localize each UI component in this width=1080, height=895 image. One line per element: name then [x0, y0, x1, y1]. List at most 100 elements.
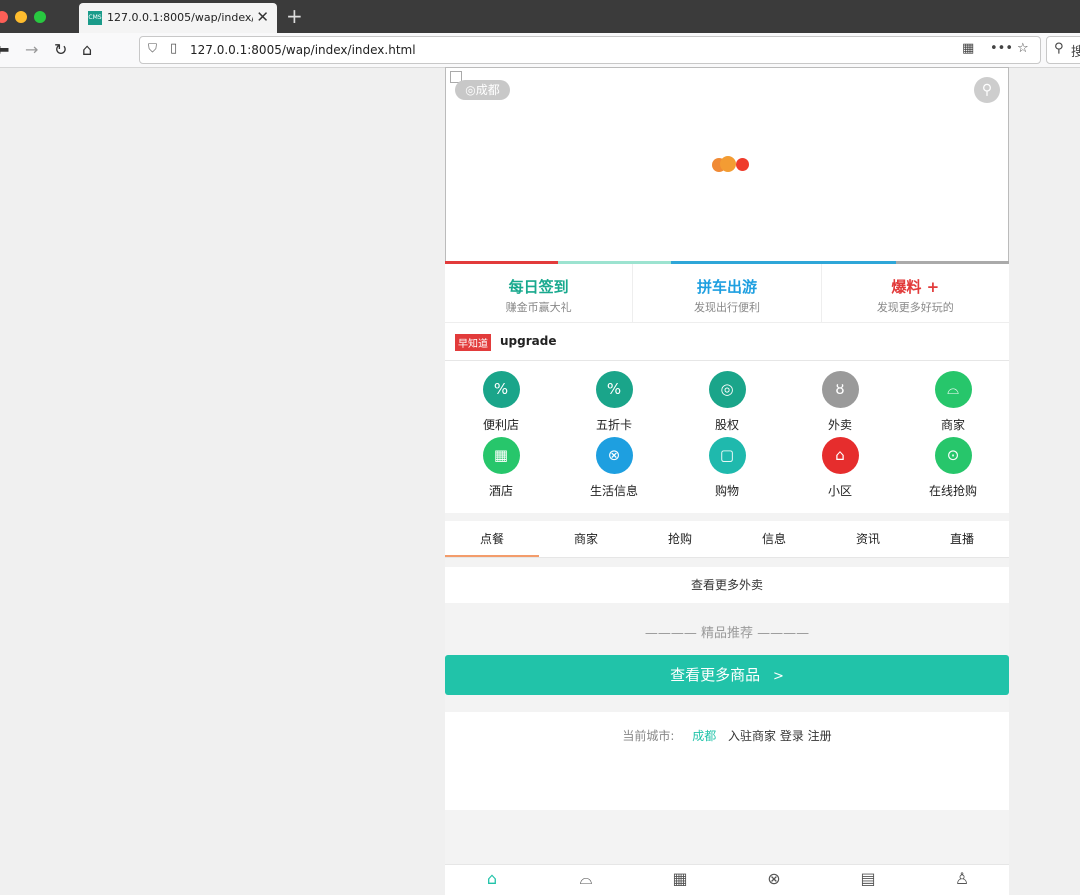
category-label: 在线抢购	[928, 484, 977, 498]
forward-icon[interactable]: →	[25, 40, 38, 59]
news-badge: 早知道	[455, 334, 491, 351]
percent-icon: %	[482, 371, 520, 408]
category-life-info[interactable]: ⊗ 生活信息	[558, 437, 670, 499]
content-tabs: 点餐 商家 抢购 信息 资讯 直播	[445, 521, 1009, 558]
feature-report[interactable]: 爆料 + 发现更多好玩的	[822, 264, 1009, 322]
home-icon: ⌂	[821, 437, 859, 474]
category-label: 小区	[827, 484, 852, 498]
shop-icon: ⌓	[579, 869, 593, 888]
bottom-nav-profile[interactable]: ♙	[915, 865, 1009, 895]
category-label: 生活信息	[589, 484, 638, 498]
bottom-nav-messages[interactable]: ▤	[821, 865, 915, 895]
city-name: 成都	[475, 83, 500, 97]
feature-carpool[interactable]: 拼车出游 发现出行便利	[633, 264, 822, 322]
bottom-nav-home[interactable]: ⌂	[445, 865, 539, 895]
feature-checkin[interactable]: 每日签到 赚金币赢大礼	[445, 264, 634, 322]
tab-title: 127.0.0.1:8005/wap/index/index.html	[107, 11, 253, 24]
user-icon: ♙	[954, 869, 970, 888]
category-label: 股权	[714, 418, 739, 432]
feature-title: 拼车出游	[696, 278, 757, 296]
maximize-window-icon[interactable]	[34, 11, 46, 23]
browser-tab[interactable]: CMS 127.0.0.1:8005/wap/index/index.html …	[79, 3, 277, 33]
category-flash-sale[interactable]: ⊙ 在线抢购	[897, 437, 1009, 499]
search-icon: ⚲	[981, 82, 993, 98]
url-bar[interactable]: ⛉ ▯ 127.0.0.1:8005/wap/index/index.html …	[139, 36, 1041, 64]
building-icon: ▦	[482, 437, 520, 474]
bottom-nav: ⌂ ⌓ ▦ ⊗ ▤ ♙	[445, 864, 1009, 895]
city-selector[interactable]: ◎成都	[455, 80, 510, 100]
more-icon[interactable]: •••	[990, 41, 1013, 56]
category-label: 外卖	[827, 418, 852, 432]
bike-icon: ȣ	[821, 371, 859, 408]
search-placeholder: 搜	[1071, 45, 1080, 60]
category-takeaway[interactable]: ȣ 外卖	[784, 371, 896, 433]
bag-icon: ▢	[708, 437, 746, 474]
minimize-window-icon[interactable]	[15, 11, 27, 23]
tab-order-food[interactable]: 点餐	[445, 521, 539, 557]
close-window-icon[interactable]	[0, 11, 8, 23]
category-label: 便利店	[482, 418, 519, 432]
feature-title: 每日签到	[508, 278, 569, 296]
page-footer: 当前城市: 成都 入驻商家 登录 注册	[445, 712, 1009, 810]
bottom-nav-shop[interactable]: ⌓	[539, 865, 633, 895]
footer-links: 当前城市: 成都 入驻商家 登录 注册	[445, 727, 1009, 744]
tab-news[interactable]: 资讯	[821, 521, 915, 557]
browser-titlebar: CMS 127.0.0.1:8005/wap/index/index.html …	[0, 0, 1080, 33]
more-takeaway-link[interactable]: 查看更多外卖	[445, 567, 1009, 603]
category-equity[interactable]: ◎ 股权	[671, 371, 783, 433]
feature-strip: 每日签到 赚金币赢大礼 拼车出游 发现出行便利 爆料 + 发现更多好玩的	[445, 264, 1009, 323]
category-label: 五折卡	[595, 418, 632, 432]
browser-navbar: ⬅ → ↻ ⌂ ⛉ ▯ 127.0.0.1:8005/wap/index/ind…	[0, 33, 1080, 68]
category-half-price-card[interactable]: % 五折卡	[558, 371, 670, 433]
reload-icon[interactable]: ↻	[54, 40, 67, 59]
location-icon: ◎	[465, 83, 476, 97]
tab-merchants[interactable]: 商家	[539, 521, 633, 557]
category-merchants[interactable]: ⌓ 商家	[897, 371, 1009, 433]
feature-subtitle: 赚金币赢大礼	[505, 301, 572, 314]
category-hotel[interactable]: ▦ 酒店	[445, 437, 557, 499]
shield-icon[interactable]: ⛉	[148, 41, 157, 56]
category-shopping[interactable]: ▢ 购物	[671, 437, 783, 499]
close-tab-icon[interactable]: ✕	[256, 8, 269, 26]
shop-icon: ⌓	[934, 371, 972, 408]
browser-search-box[interactable]: ⚲ 搜	[1046, 36, 1080, 64]
more-goods-button[interactable]: 查看更多商品 >	[445, 655, 1009, 695]
recommend-heading: ———— 精品推荐 ————	[644, 626, 810, 641]
category-community[interactable]: ⌂ 小区	[784, 437, 896, 499]
tab-flash-sale[interactable]: 抢购	[633, 521, 727, 557]
url-text[interactable]: 127.0.0.1:8005/wap/index/index.html	[190, 43, 416, 57]
page-icon: ▯	[170, 41, 178, 56]
home-icon[interactable]: ⌂	[82, 40, 92, 59]
percent-icon: %	[595, 371, 633, 408]
home-icon: ⌂	[486, 869, 498, 888]
bookmark-star-icon[interactable]: ☆	[1017, 41, 1029, 56]
feature-subtitle: 发现出行便利	[693, 301, 760, 314]
back-icon[interactable]: ⬅	[0, 40, 9, 59]
news-text[interactable]: upgrade	[500, 334, 556, 348]
search-button[interactable]: ⚲	[974, 77, 1000, 103]
category-grid: % 便利店 % 五折卡 ◎ 股权 ȣ 外卖 ⌓ 商家 ▦ 酒店 ⊗ 生活信息 ▢	[445, 361, 1009, 513]
chevron-right-icon: >	[772, 669, 784, 684]
category-label: 商家	[940, 418, 965, 432]
footer-account-links[interactable]: 入驻商家 登录 注册	[728, 729, 832, 743]
new-tab-icon[interactable]: +	[286, 4, 303, 28]
more-goods-label: 查看更多商品	[670, 666, 761, 684]
news-ticker[interactable]: 早知道 upgrade	[445, 323, 1009, 361]
banner-carousel[interactable]: ◎成都 ⚲	[445, 67, 1009, 263]
bottom-nav-building[interactable]: ▦	[633, 865, 727, 895]
footer-city-link[interactable]: 成都	[692, 729, 716, 743]
category-label: 购物	[714, 484, 739, 498]
category-label: 酒店	[488, 484, 513, 498]
feature-title-text: 爆料	[891, 278, 922, 296]
category-convenience-store[interactable]: % 便利店	[445, 371, 557, 433]
cms-favicon-icon: CMS	[88, 11, 102, 25]
bottom-nav-info[interactable]: ⊗	[727, 865, 821, 895]
tab-info[interactable]: 信息	[727, 521, 821, 557]
building-icon: ▦	[672, 869, 688, 888]
feature-subtitle: 发现更多好玩的	[876, 301, 954, 314]
search-icon: ⚲	[1054, 41, 1064, 56]
tab-live[interactable]: 直播	[915, 521, 1009, 557]
qr-code-icon[interactable]: ▦	[962, 41, 974, 56]
mobile-page: ◎成都 ⚲ 每日签到 赚金币赢大礼 拼车出游 发现出行便利 爆料 + 发现更多好…	[445, 67, 1009, 895]
grab-icon: ⊙	[934, 437, 972, 474]
